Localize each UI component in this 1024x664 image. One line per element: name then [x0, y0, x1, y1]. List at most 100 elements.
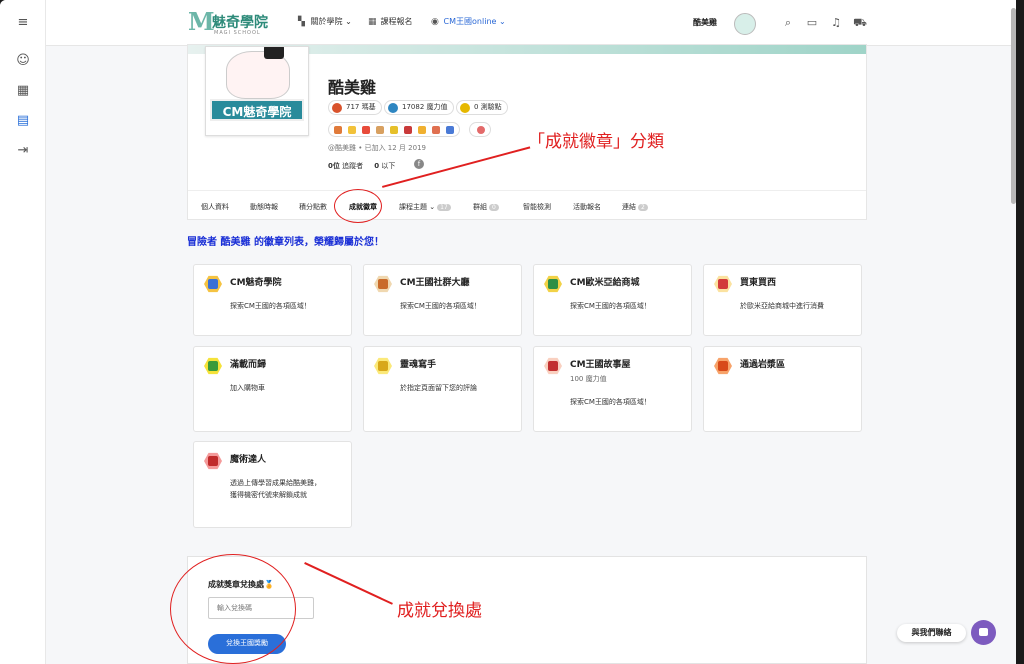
calendar-icon[interactable]: ▤ [14, 112, 32, 130]
badge-title: 靈魂寫手 [400, 360, 437, 370]
tab-count-badge: 0 [489, 204, 499, 211]
badge-title: CM魅奇學院 [230, 278, 282, 288]
badge-card[interactable]: 滿載而歸 加入購物車 [193, 346, 352, 432]
user-icon[interactable]: ☺ [14, 52, 32, 70]
badge-card[interactable]: 通過岩漿區 [703, 346, 862, 432]
badge-desc: 於歐米亞給商城中進行消費 [740, 302, 824, 310]
mana-icon [388, 103, 398, 113]
tab-label: 群組 [473, 203, 487, 211]
scrollbar-track[interactable] [1016, 0, 1024, 664]
badge-card[interactable]: CM王國社群大廳 探索CM王國的各項區域！ [363, 264, 522, 336]
quiz-icon [460, 103, 470, 113]
nav-online-label: CM王國online [443, 17, 497, 26]
badge-title: 通過岩漿區 [740, 360, 786, 370]
facebook-icon[interactable]: f [414, 159, 424, 169]
search-icon[interactable]: ⌕ [781, 16, 795, 30]
tab-links[interactable]: 連結 2 [622, 202, 648, 212]
nav-courses-label: 課程報名 [380, 17, 413, 26]
avatar-banner: CM魅奇學院 [210, 99, 304, 121]
tab-label: 活動報名 [573, 203, 601, 211]
calendar-icon: ▦ [368, 17, 377, 27]
tab-count-badge: 2 [638, 204, 648, 211]
nav-about-label: 關於學院 [310, 17, 343, 26]
badge-subtitle: 100 魔力值 [570, 375, 607, 383]
badge-card[interactable]: CM王國故事屋 100 魔力值 探索CM王國的各項區域！ [533, 346, 692, 432]
tab-smart-test[interactable]: 智能檢測 [523, 202, 551, 212]
tab-timeline[interactable]: 動態時報 [250, 202, 278, 212]
badge-desc: 探索CM王國的各項區域！ [230, 302, 311, 310]
tab-count-badge: 17 [437, 204, 451, 211]
nav-about[interactable]: ▚ 關於學院 ⌄ [298, 16, 352, 27]
badge-icon [714, 275, 732, 293]
tab-label: 積分點數 [299, 203, 327, 211]
chat-button[interactable] [971, 620, 996, 645]
book-icon: ▚ [298, 17, 305, 27]
badge-desc: 探索CM王國的各項區域！ [570, 302, 651, 310]
user-avatar[interactable] [734, 13, 756, 35]
badge-desc: 探索CM王國的各項區域！ [400, 302, 481, 310]
badge-card[interactable]: CM歐米亞給商城 探索CM王國的各項區域！ [533, 264, 692, 336]
stat-quiz-value: 0 測驗點 [474, 103, 502, 111]
badge-mini-icon [348, 126, 356, 134]
hat-image [264, 47, 284, 59]
top-navbar: M 魅奇學院 MAGI SCHOOL ▚ 關於學院 ⌄ ▦ 課程報名 ◉ CM王… [46, 0, 1016, 46]
profile-tabs: 個人資料 動態時報 積分點數 成就徽章 課程主題 ⌄ 17 群組 0 智能檢測 活動… [188, 190, 866, 220]
badge-mini-icon [432, 126, 440, 134]
badge-section-title: 冒險者 酷美雞 的徽章列表，榮耀歸屬於您！ [187, 237, 384, 248]
profile-meta: @酷美雞 • 已加入 12 月 2019 [328, 144, 426, 152]
badge-mini-icon [362, 126, 370, 134]
profile-avatar[interactable]: CM魅奇學院 [205, 46, 309, 136]
followers-count: 0位 [328, 162, 340, 170]
annotation-circle-tab [334, 189, 382, 223]
tab-points[interactable]: 積分點數 [299, 202, 327, 212]
menu-icon[interactable]: ≡ [14, 14, 32, 32]
site-logo[interactable]: M 魅奇學院 MAGI SCHOOL [188, 7, 268, 39]
tab-events[interactable]: 活動報名 [573, 202, 601, 212]
profile-card: CM魅奇學院 酷美雞 717 瑪基 17082 魔力值 0 測驗點 @酷美雞 •… [187, 44, 867, 220]
inbox-icon[interactable]: ▭ [805, 16, 819, 29]
nav-courses[interactable]: ▦ 課程報名 [368, 16, 413, 27]
bell-icon[interactable]: ♫ [829, 16, 843, 29]
chat-icon [979, 628, 988, 636]
badge-desc: 探索CM王國的各項區域！ [570, 398, 651, 406]
following-count: 0 [374, 162, 380, 170]
badge-extra[interactable] [469, 122, 491, 137]
annotation-circle-redeem [170, 554, 296, 664]
logo-text: 魅奇學院 [212, 15, 268, 31]
tab-profile[interactable]: 個人資料 [201, 202, 229, 212]
badge-desc-line2: 獲得機密代號來解鎖成就 [230, 491, 307, 499]
following-label: 以下 [381, 162, 396, 170]
cart-icon[interactable]: ⛟ [853, 16, 867, 31]
tab-label: 連結 [622, 203, 636, 211]
contact-us-label[interactable]: 與我們聯絡 [897, 624, 966, 642]
badge-card[interactable]: CM魅奇學院 探索CM王國的各項區域！ [193, 264, 352, 336]
tab-label: 動態時報 [250, 203, 278, 211]
logo-subtext: MAGI SCHOOL [214, 30, 261, 36]
badge-icon [714, 357, 732, 375]
tab-groups[interactable]: 群組 0 [473, 202, 499, 212]
globe-icon: ◉ [431, 17, 439, 27]
logout-icon[interactable]: ⇥ [14, 142, 32, 160]
stat-mana-value: 17082 魔力值 [402, 103, 448, 111]
user-name[interactable]: 酷美雞 [693, 17, 717, 28]
badge-title: 滿載而歸 [230, 360, 267, 370]
badge-icon [374, 275, 392, 293]
stat-quiz: 0 測驗點 [456, 100, 508, 115]
badge-title: CM王國社群大廳 [400, 278, 470, 288]
badge-mini-icon [446, 126, 454, 134]
stat-mana: 17082 魔力值 [384, 100, 454, 115]
badge-title: 買東買西 [740, 278, 777, 288]
badge-mini-icon [404, 126, 412, 134]
layout-icon[interactable]: ▦ [14, 82, 32, 100]
badge-mini-icon [477, 126, 485, 134]
annotation-category-label: 「成就徽章」分類 [528, 132, 664, 152]
browser-window: ≡ ☺ ▦ ▤ ⇥ M 魅奇學院 MAGI SCHOOL ▚ 關於學院 ⌄ ▦ … [0, 0, 1016, 664]
badge-card[interactable]: 魔術達人 透過上傳學習成果給酷美雞， 獲得機密代號來解鎖成就 [193, 441, 352, 528]
nav-online[interactable]: ◉ CM王國online ⌄ [431, 16, 506, 27]
tab-label: 個人資料 [201, 203, 229, 211]
badge-card[interactable]: 靈魂寫手 於指定頁面留下您的評論 [363, 346, 522, 432]
tab-courses[interactable]: 課程主題 ⌄ 17 [399, 202, 451, 212]
badge-summary-row[interactable] [328, 122, 460, 137]
badge-card[interactable]: 買東買西 於歐米亞給商城中進行消費 [703, 264, 862, 336]
annotation-redeem-label: 成就兌換處 [397, 601, 482, 621]
